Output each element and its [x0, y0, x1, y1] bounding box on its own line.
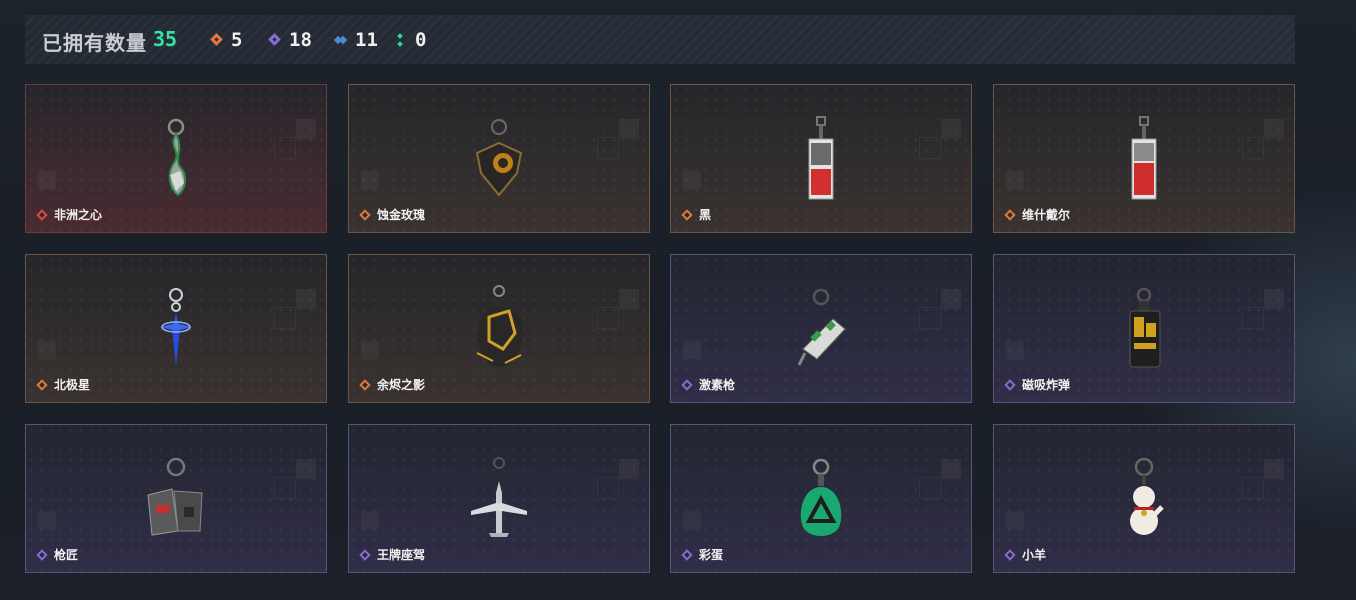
item-name: 蚀金玫瑰 — [377, 208, 426, 222]
lucky-cat-charm-icon — [1130, 457, 1164, 535]
item-name: 非洲之心 — [54, 208, 103, 222]
owned-count-value: 35 — [153, 27, 178, 51]
item-name: 王牌座驾 — [377, 548, 426, 562]
blue-diamond-icon — [333, 32, 349, 48]
item-name: 余烬之影 — [377, 378, 426, 392]
orange-rarity-icon — [681, 208, 693, 221]
injector-gun-charm-icon — [797, 288, 846, 366]
orange-rarity-icon — [36, 378, 48, 391]
orange-diamond-icon — [209, 32, 225, 48]
stat-green: 0 — [393, 29, 426, 51]
item-name: 北极星 — [54, 378, 91, 392]
jet-plane-charm-icon — [471, 457, 527, 537]
item-card[interactable]: 蚀金玫瑰 — [348, 84, 650, 233]
orange-rarity-icon — [1004, 208, 1016, 221]
heart-gem-charm-icon — [167, 118, 186, 197]
purple-rarity-icon — [1004, 548, 1016, 561]
dogtag-charm-icon — [147, 457, 203, 536]
card-tag-charm-icon — [808, 116, 834, 200]
stat-orange: 5 — [209, 29, 242, 51]
green-egg-charm-icon — [800, 458, 842, 536]
owned-summary-bar: 已拥有数量 35 5 18 11 0 — [25, 15, 1295, 64]
green-dots-icon — [393, 32, 409, 48]
item-card[interactable]: 王牌座驾 — [348, 424, 650, 573]
item-name: 枪匠 — [54, 548, 79, 562]
star-blade-charm-icon — [160, 288, 192, 367]
purple-rarity-icon — [359, 548, 371, 561]
purple-rarity-icon — [36, 548, 48, 561]
stat-blue: 11 — [333, 29, 378, 51]
item-name: 维什戴尔 — [1022, 208, 1071, 222]
orange-rarity-icon — [359, 378, 371, 391]
stat-purple: 18 — [267, 29, 312, 51]
item-card[interactable]: 余烬之影 — [348, 254, 650, 403]
item-card[interactable]: 磁吸炸弹 — [993, 254, 1295, 403]
purple-rarity-icon — [681, 378, 693, 391]
item-card[interactable]: 北极星 — [25, 254, 327, 403]
purple-diamond-icon — [267, 32, 283, 48]
item-name: 黑 — [699, 208, 712, 222]
orange-rarity-icon — [359, 208, 371, 221]
purple-rarity-icon — [681, 548, 693, 561]
item-name: 彩蛋 — [699, 548, 724, 562]
owned-count-label: 已拥有数量 — [42, 33, 147, 55]
item-card[interactable]: 彩蛋 — [670, 424, 972, 573]
card-tag-charm-icon — [1131, 116, 1157, 200]
stat-purple-value: 18 — [289, 29, 312, 51]
item-name: 激素枪 — [699, 378, 736, 392]
red-rarity-icon — [36, 208, 48, 221]
stat-green-value: 0 — [415, 29, 427, 51]
item-name: 磁吸炸弹 — [1022, 378, 1071, 392]
stat-blue-value: 11 — [355, 29, 378, 51]
item-name: 小羊 — [1022, 548, 1047, 562]
item-card[interactable]: 枪匠 — [25, 424, 327, 573]
bomb-charm-icon — [1129, 287, 1161, 368]
purple-rarity-icon — [1004, 378, 1016, 391]
item-card[interactable]: 激素枪 — [670, 254, 972, 403]
item-card[interactable]: 非洲之心 — [25, 84, 327, 233]
item-card[interactable]: 维什戴尔 — [993, 84, 1295, 233]
item-card[interactable]: 黑 — [670, 84, 972, 233]
item-card[interactable]: 小羊 — [993, 424, 1295, 573]
rose-charm-icon — [475, 119, 523, 197]
ember-creature-charm-icon — [476, 285, 523, 368]
stat-orange-value: 5 — [231, 29, 243, 51]
